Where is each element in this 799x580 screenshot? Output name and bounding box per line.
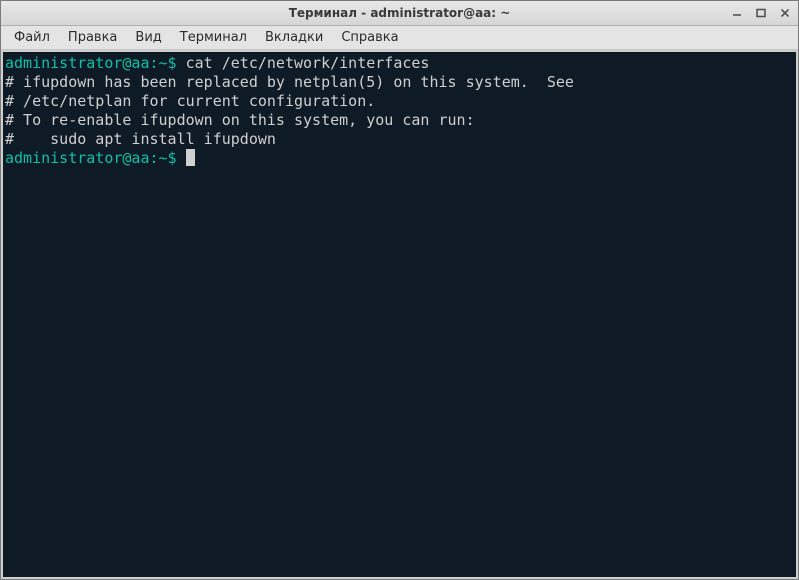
menu-help[interactable]: Справка [332,27,407,48]
output-line: # ifupdown has been replaced by netplan(… [5,73,794,92]
output-line: # /etc/netplan for current configuration… [5,92,794,111]
minimize-button[interactable] [730,6,744,20]
output-line: # sudo apt install ifupdown [5,130,794,149]
prompt-line-1: administrator@aa:~$ cat /etc/network/int… [5,54,794,73]
menu-tabs[interactable]: Вкладки [256,27,332,48]
terminal-viewport[interactable]: administrator@aa:~$ cat /etc/network/int… [3,52,796,577]
maximize-button[interactable] [754,6,768,20]
close-button[interactable] [778,6,792,20]
terminal-window: Терминал - administrator@aa: ~ Файл Прав… [0,0,799,580]
menu-view[interactable]: Вид [126,27,170,48]
menu-edit[interactable]: Правка [59,27,126,48]
window-title: Терминал - administrator@aa: ~ [1,6,798,20]
prompt: administrator@aa:~$ [5,149,177,167]
menu-file[interactable]: Файл [5,27,59,48]
cursor [186,149,195,166]
titlebar[interactable]: Терминал - administrator@aa: ~ [1,1,798,26]
menubar: Файл Правка Вид Терминал Вкладки Справка [1,26,798,50]
prompt-line-2: administrator@aa:~$ [5,149,794,168]
window-controls [730,6,792,20]
menu-terminal[interactable]: Терминал [171,27,256,48]
output-line: # To re-enable ifupdown on this system, … [5,111,794,130]
command-text: cat /etc/network/interfaces [186,54,430,72]
prompt: administrator@aa:~$ [5,54,177,72]
